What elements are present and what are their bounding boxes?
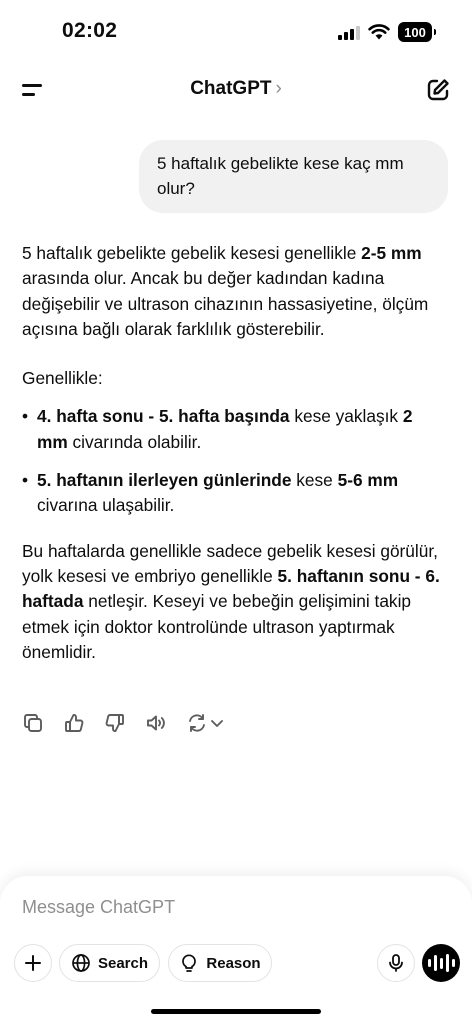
- bold-text: 5. haftanın ilerleyen günlerinde: [37, 470, 292, 491]
- globe-icon: [72, 954, 90, 972]
- model-title: ChatGPT: [190, 78, 272, 99]
- waveform-bar: [451, 959, 455, 967]
- list-item: 5. haftanın ilerleyen günlerinde kese 5-…: [22, 468, 447, 519]
- text-run: 5 haftalık gebelikte gebelik kesesi gene…: [22, 243, 362, 263]
- assistant-message: 5 haftalık gebelikte gebelik kesesi gene…: [22, 241, 447, 689]
- regenerate-button[interactable]: [186, 712, 226, 734]
- generally-label: Genellikle:: [22, 368, 103, 389]
- thumbs-down-icon: [105, 714, 124, 732]
- chevron-down-icon: [211, 720, 223, 727]
- waveform-bar: [433, 955, 437, 971]
- status-indicators: 100: [338, 22, 436, 42]
- status-time: 02:02: [62, 19, 118, 42]
- battery-icon: 100: [398, 22, 436, 42]
- bold-text: 2-5 mm: [361, 243, 422, 263]
- assistant-outro-paragraph: Bu haftalarda genellikle sadece gebelik …: [22, 539, 447, 665]
- bold-text: 4. hafta sonu - 5. hafta başında: [37, 406, 290, 427]
- text-run: arasında olur. Ancak bu değer kadından k…: [22, 268, 429, 339]
- attach-button[interactable]: [14, 944, 52, 982]
- chevron-right-icon: ›: [275, 78, 282, 99]
- model-selector[interactable]: ChatGPT ›: [0, 78, 472, 100]
- dictate-button[interactable]: [377, 944, 415, 982]
- microphone-icon: [389, 954, 403, 972]
- text-run: civarında olabilir.: [67, 431, 202, 452]
- reason-label: Reason: [206, 954, 261, 972]
- copy-icon: [24, 714, 42, 732]
- text-run: kese yaklaşık: [289, 406, 403, 427]
- bad-response-button[interactable]: [104, 712, 126, 734]
- header: ChatGPT ›: [0, 70, 472, 110]
- assistant-intro-paragraph: 5 haftalık gebelikte gebelik kesesi gene…: [22, 241, 447, 342]
- home-indicator: [151, 1009, 321, 1014]
- reason-button[interactable]: Reason: [168, 944, 272, 982]
- message-actions: [22, 712, 226, 734]
- user-message-bubble: 5 haftalık gebelikte kese kaç mm olur?: [139, 140, 448, 213]
- message-input[interactable]: [22, 897, 422, 918]
- cellular-signal-icon: [338, 24, 360, 40]
- waveform-bar: [445, 954, 449, 972]
- list-item: 4. hafta sonu - 5. hafta başında kese ya…: [22, 404, 447, 455]
- good-response-button[interactable]: [63, 712, 85, 734]
- compose-icon: [427, 79, 449, 101]
- search-label: Search: [97, 954, 149, 972]
- wifi-icon: [368, 24, 390, 40]
- regenerate-icon: [189, 714, 205, 732]
- bold-text: 5-6 mm: [337, 470, 399, 491]
- copy-button[interactable]: [22, 712, 44, 734]
- voice-mode-button[interactable]: [422, 944, 460, 982]
- waveform-bar: [427, 959, 431, 967]
- new-chat-button[interactable]: [424, 76, 452, 104]
- text-run: civarına ulaşabilir.: [37, 495, 175, 516]
- lightbulb-icon: [182, 954, 197, 972]
- plus-icon: [25, 955, 41, 971]
- status-bar: 02:02 100: [0, 0, 472, 64]
- read-aloud-button[interactable]: [145, 712, 167, 734]
- waveform-bar: [439, 957, 443, 969]
- text-run: kese: [291, 470, 338, 491]
- search-button[interactable]: Search: [59, 944, 160, 982]
- thumbs-up-icon: [65, 714, 84, 732]
- assistant-bullet-list: 4. hafta sonu - 5. hafta başında kese ya…: [22, 404, 447, 518]
- read-aloud-icon: [147, 715, 165, 731]
